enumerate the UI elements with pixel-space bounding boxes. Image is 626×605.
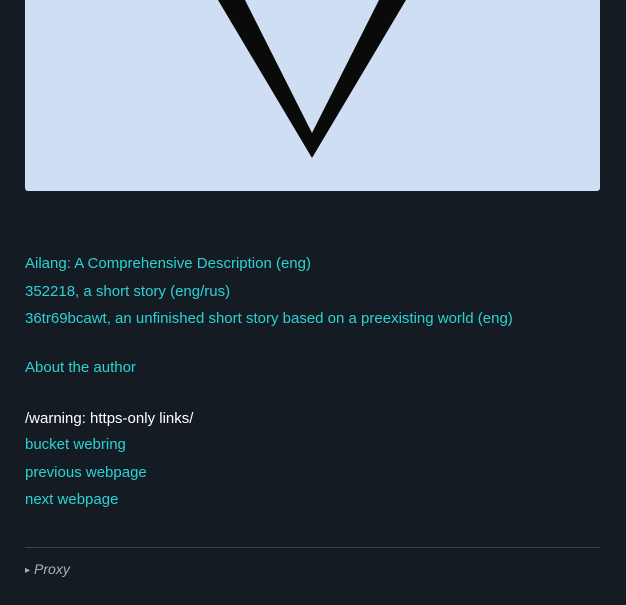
- divider: [25, 547, 600, 548]
- proxy-label: Proxy: [34, 561, 70, 577]
- link-next-webpage[interactable]: next webpage: [25, 486, 147, 514]
- link-about-author[interactable]: About the author: [25, 354, 136, 382]
- page: Ailang: A Comprehensive Description (eng…: [0, 0, 626, 605]
- link-352218[interactable]: 352218, a short story (eng/rus): [25, 278, 513, 306]
- hero-image: [25, 0, 600, 191]
- triangle-right-icon: ▸: [25, 565, 31, 576]
- link-ailang[interactable]: Ailang: A Comprehensive Description (eng…: [25, 250, 513, 278]
- webring-links: bucket webring previous webpage next web…: [25, 431, 147, 514]
- story-links: Ailang: A Comprehensive Description (eng…: [25, 250, 513, 333]
- link-36tr69bcawt[interactable]: 36tr69bcawt, an unfinished short story b…: [25, 305, 513, 333]
- about-section: About the author: [25, 354, 136, 382]
- v-shape-graphic: [218, 0, 406, 158]
- link-previous-webpage[interactable]: previous webpage: [25, 459, 147, 487]
- proxy-disclosure[interactable]: ▸ Proxy: [25, 559, 70, 581]
- https-warning-text: /warning: https-only links/: [25, 410, 194, 427]
- v-shape-icon: [218, 0, 406, 158]
- link-bucket-webring[interactable]: bucket webring: [25, 431, 147, 459]
